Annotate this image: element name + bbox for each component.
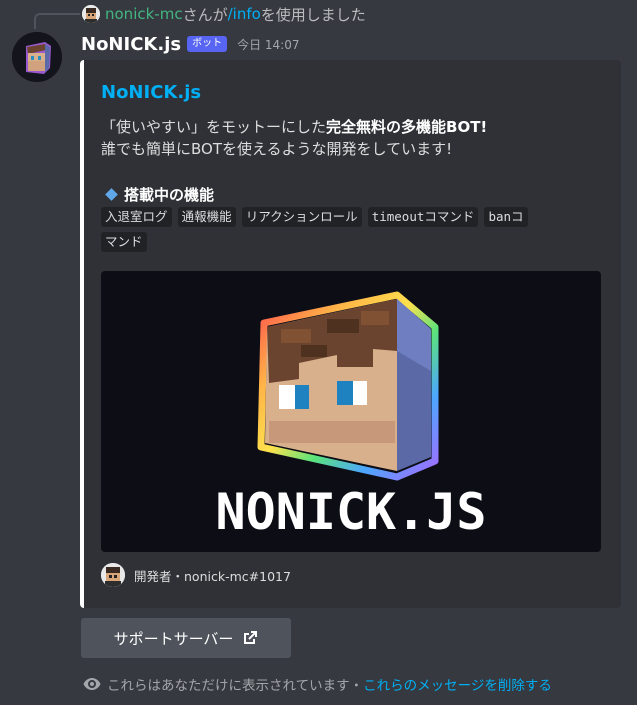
bot-tag: ボット <box>187 36 228 52</box>
author-name[interactable]: NoNICK.js <box>81 34 181 55</box>
notice-text: これらはあなただけに表示されています・ <box>107 678 364 694</box>
desc-line1-a: 「使いやすい」をモットーにした <box>101 118 327 136</box>
eye-icon <box>83 678 101 690</box>
desc-line1-b: 完全無料の多機能BOT! <box>326 118 488 136</box>
reply-text-end: を使用しました <box>260 5 366 24</box>
field-name: 搭載中の機能 <box>101 184 214 205</box>
avatar-icon[interactable] <box>12 32 62 82</box>
message-header: NoNICK.js ボット 今日 14:07 <box>81 32 299 56</box>
desc-line-1: 「使いやすい」をモットーにした完全無料の多機能BOT! <box>101 116 601 138</box>
external-link-icon <box>244 631 258 644</box>
reply-avatar[interactable] <box>82 5 100 23</box>
footer-avatar-icon <box>101 563 125 587</box>
embed-image[interactable]: NONICK.JS <box>101 271 601 552</box>
logo-text: NONICK.JS <box>216 483 487 541</box>
feature-tag: banコ <box>484 207 528 227</box>
feature-tag: 入退室ログ <box>101 207 172 227</box>
embed-footer: 開発者・nonick-mc#1017 <box>101 563 291 587</box>
reply-bar[interactable]: nonick-mc さんが /info を使用しました <box>82 4 366 24</box>
reply-text-middle: さんが <box>182 5 228 24</box>
footer-text: 開発者・nonick-mc#1017 <box>134 568 291 584</box>
diamond-icon <box>105 188 118 201</box>
logo-graphic: NONICK.JS <box>216 291 487 541</box>
desc-line-2: 誰でも簡単にBOTを使えるような開発をしています! <box>101 140 453 158</box>
feature-tag: マンド <box>101 232 147 252</box>
embed-description: 「使いやすい」をモットーにした完全無料の多機能BOT! 誰でも簡単にBOTを使え… <box>101 116 601 160</box>
ephemeral-notice: これらはあなただけに表示されています・ これらのメッセージを削除する <box>83 674 552 694</box>
feature-tag: リアクションロール <box>241 207 362 227</box>
feature-tags: 入退室ログ 通報機能 リアクションロール timeoutコマンド banコ マン… <box>101 206 611 256</box>
feature-tag: timeoutコマンド <box>367 207 479 227</box>
embed-title[interactable]: NoNICK.js <box>101 82 201 103</box>
reply-username[interactable]: nonick-mc <box>105 5 183 23</box>
support-server-button[interactable]: サポートサーバー <box>81 618 291 658</box>
delete-messages-link[interactable]: これらのメッセージを削除する <box>363 674 552 694</box>
feature-tag: 通報機能 <box>177 207 236 227</box>
support-server-label: サポートサーバー <box>113 629 234 648</box>
reply-command[interactable]: /info <box>228 5 261 23</box>
embed: NoNICK.js 「使いやすい」をモットーにした完全無料の多機能BOT! 誰で… <box>80 60 621 608</box>
reply-connector <box>34 13 80 29</box>
field-name-text: 搭載中の機能 <box>124 186 215 204</box>
timestamp[interactable]: 今日 14:07 <box>237 36 299 53</box>
